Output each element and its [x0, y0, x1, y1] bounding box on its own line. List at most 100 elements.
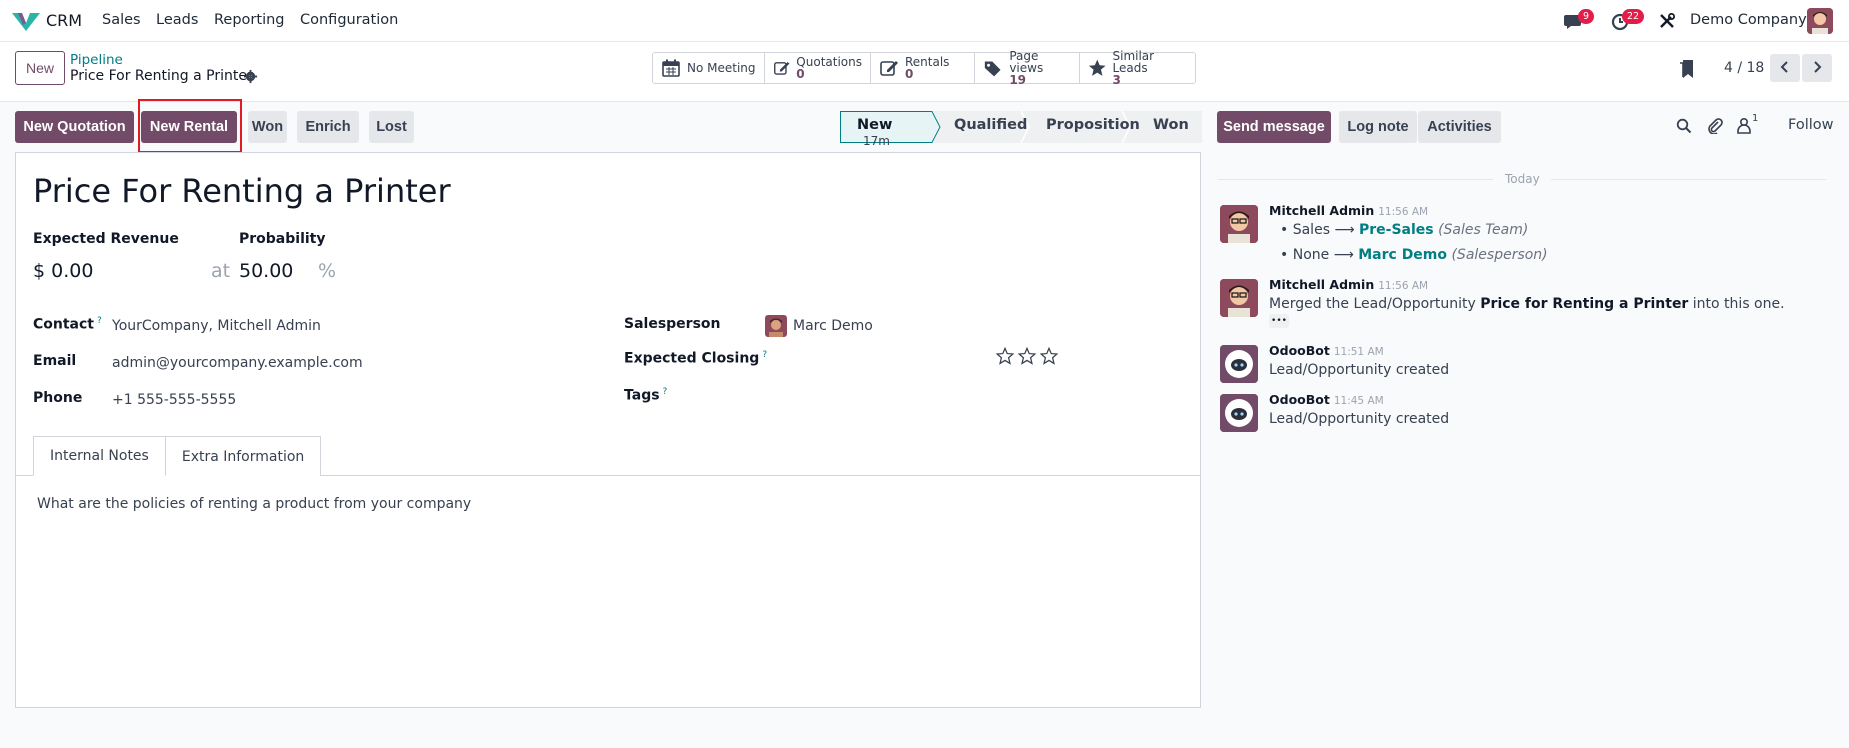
- smart-button-rentals[interactable]: Rentals 0: [871, 53, 975, 83]
- menu-reporting[interactable]: Reporting: [214, 12, 285, 28]
- contact-field[interactable]: YourCompany, Mitchell Admin: [112, 318, 321, 334]
- gear-icon[interactable]: [243, 69, 258, 84]
- calendar-icon: [662, 59, 680, 77]
- email-label: Email: [33, 353, 77, 369]
- app-logo-icon[interactable]: [12, 11, 40, 31]
- author-avatar[interactable]: [1220, 394, 1258, 432]
- smart-button-quotations[interactable]: Quotations 0: [765, 53, 871, 83]
- smart-button-page-views[interactable]: Page views 19: [975, 49, 1080, 87]
- followers-count: 1: [1752, 113, 1759, 124]
- bullet: •: [1280, 222, 1293, 238]
- smart-count: 0: [905, 67, 914, 81]
- star-empty-icon[interactable]: [1018, 347, 1036, 365]
- bookmark-icon[interactable]: [1679, 59, 1695, 79]
- stage-new[interactable]: New 17m: [857, 117, 892, 149]
- stage-label: New: [857, 117, 893, 133]
- tracking-new-value: Pre-Sales: [1358, 222, 1434, 238]
- help-icon[interactable]: ?: [762, 350, 767, 360]
- log-note-button[interactable]: Log note: [1339, 111, 1417, 143]
- new-record-button[interactable]: New: [15, 51, 65, 85]
- message-author[interactable]: OdooBot 11:51 AM: [1269, 343, 1384, 358]
- search-icon[interactable]: [1676, 118, 1692, 134]
- contact-label: Contact?: [33, 316, 102, 333]
- message-author-name: Mitchell Admin: [1269, 203, 1375, 218]
- new-quotation-button[interactable]: New Quotation: [15, 111, 134, 143]
- star-icon: [1088, 59, 1106, 76]
- smart-button-similar-leads[interactable]: Similar Leads 3: [1080, 49, 1195, 87]
- company-switcher[interactable]: Demo Company: [1690, 12, 1807, 28]
- at-label: at: [211, 260, 231, 282]
- smart-button-meeting[interactable]: No Meeting: [653, 53, 765, 83]
- send-message-button[interactable]: Send message: [1217, 111, 1331, 143]
- menu-sales[interactable]: Sales: [102, 12, 141, 28]
- author-avatar[interactable]: [1220, 345, 1258, 383]
- expand-message-button[interactable]: •••: [1269, 314, 1289, 328]
- message-time: 11:56 AM: [1378, 280, 1429, 292]
- pager-next-button[interactable]: [1802, 54, 1832, 82]
- opportunity-title[interactable]: Price For Renting a Printer: [33, 172, 451, 210]
- date-divider-left: [1218, 179, 1493, 180]
- expected-revenue-field[interactable]: $ 0.00: [33, 260, 93, 282]
- phone-field[interactable]: +1 555-555-5555: [112, 392, 236, 408]
- internal-notes-text[interactable]: What are the policies of renting a produ…: [37, 496, 471, 512]
- star-empty-icon[interactable]: [1040, 347, 1058, 365]
- email-field[interactable]: admin@yourcompany.example.com: [112, 355, 363, 371]
- control-panel: New Pipeline Price For Renting a Printer…: [0, 42, 1849, 102]
- top-navbar: CRM Sales Leads Reporting Configuration …: [0, 0, 1849, 42]
- follow-button[interactable]: Follow: [1788, 117, 1833, 133]
- highlight-box: [138, 99, 242, 153]
- stage-duration: 17m: [863, 134, 890, 148]
- activities-button[interactable]: Activities: [1418, 111, 1501, 143]
- message-author[interactable]: Mitchell Admin 11:56 AM: [1269, 277, 1428, 292]
- smart-count: 19: [1009, 73, 1027, 87]
- enrich-button[interactable]: Enrich: [297, 111, 359, 143]
- tracking-old-value: Sales: [1292, 222, 1330, 238]
- form-sheet: Price For Renting a Printer Expected Rev…: [15, 152, 1201, 708]
- expected-revenue-label: Expected Revenue: [33, 231, 179, 247]
- message-author[interactable]: OdooBot 11:45 AM: [1269, 392, 1384, 407]
- tab-extra-information[interactable]: Extra Information: [165, 436, 322, 476]
- author-avatar[interactable]: [1220, 205, 1258, 243]
- merge-text-suffix: into this one.: [1688, 296, 1785, 312]
- app-name[interactable]: CRM: [46, 11, 82, 30]
- menu-leads[interactable]: Leads: [156, 12, 198, 28]
- star-empty-icon[interactable]: [996, 347, 1014, 365]
- tab-internal-notes[interactable]: Internal Notes: [33, 436, 166, 476]
- pager-value[interactable]: 4 / 18: [1724, 60, 1764, 76]
- help-icon[interactable]: ?: [97, 316, 102, 326]
- probability-field[interactable]: 50.00: [239, 260, 293, 282]
- priority-stars[interactable]: [996, 347, 1058, 365]
- tracking-value-team: • Sales ⟶ Pre-Sales (Sales Team): [1280, 222, 1528, 238]
- breadcrumb-pipeline[interactable]: Pipeline: [70, 52, 123, 68]
- message-body: Lead/Opportunity created: [1269, 362, 1450, 378]
- chevron-left-icon: [1780, 60, 1788, 73]
- message-author-name: Mitchell Admin: [1269, 277, 1375, 292]
- stage-won[interactable]: Won: [1153, 117, 1189, 149]
- user-avatar[interactable]: [1807, 8, 1833, 34]
- merge-text-prefix: Merged the Lead/Opportunity: [1269, 296, 1481, 312]
- stage-proposition[interactable]: Proposition: [1046, 117, 1140, 149]
- notebook-tabs: Internal Notes Extra Information: [33, 436, 322, 476]
- lost-button[interactable]: Lost: [369, 111, 414, 143]
- tools-icon[interactable]: [1656, 10, 1678, 32]
- smart-label: Page views: [1009, 49, 1044, 75]
- smart-label: Similar Leads: [1112, 49, 1155, 75]
- help-icon[interactable]: ?: [663, 387, 668, 397]
- author-avatar[interactable]: [1220, 279, 1258, 317]
- merged-lead-name: Price for Renting a Printer: [1480, 296, 1689, 312]
- smart-count: 3: [1112, 73, 1121, 87]
- salesperson-field[interactable]: Marc Demo: [793, 318, 873, 334]
- pencil-square-icon: [774, 61, 790, 75]
- won-button[interactable]: Won: [248, 111, 287, 143]
- date-divider-right: [1551, 179, 1826, 180]
- phone-label: Phone: [33, 390, 83, 406]
- tracking-field-name: (Salesperson): [1451, 247, 1548, 263]
- message-author[interactable]: Mitchell Admin 11:56 AM: [1269, 203, 1428, 218]
- menu-configuration[interactable]: Configuration: [300, 12, 398, 28]
- tracking-old-value: None: [1292, 247, 1330, 263]
- followers-icon[interactable]: [1736, 117, 1752, 134]
- paperclip-icon[interactable]: [1707, 117, 1723, 134]
- message-author-name: OdooBot: [1269, 392, 1330, 407]
- pager-previous-button[interactable]: [1770, 54, 1800, 82]
- stage-qualified[interactable]: Qualified: [954, 117, 1027, 149]
